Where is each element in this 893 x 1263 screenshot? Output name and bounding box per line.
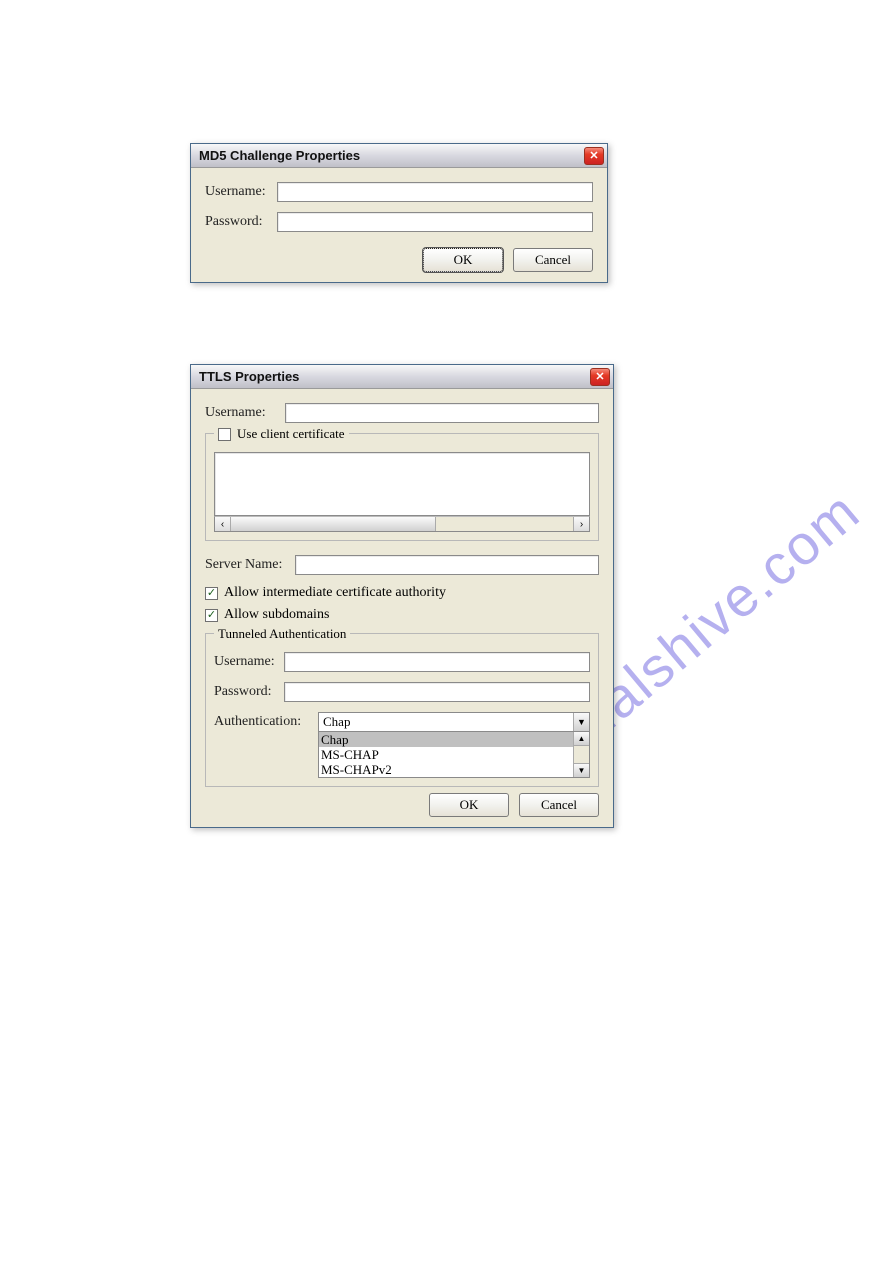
titlebar: TTLS Properties ✕ — [191, 365, 613, 389]
titlebar: MD5 Challenge Properties ✕ — [191, 144, 607, 168]
horizontal-scrollbar[interactable]: ‹ › — [214, 516, 590, 532]
ttls-properties-dialog: TTLS Properties ✕ Username: Use client c… — [190, 364, 614, 828]
tunneled-username-label: Username: — [214, 654, 284, 670]
scroll-up-icon[interactable]: ▲ — [574, 732, 589, 746]
server-name-input[interactable] — [295, 555, 599, 575]
dialog-body: Username: Password: OK Cancel — [191, 168, 607, 282]
tunneled-auth-legend: Tunneled Authentication — [214, 626, 350, 642]
tunneled-authentication-groupbox: Tunneled Authentication Username: Passwo… — [205, 633, 599, 787]
tunneled-password-input[interactable] — [284, 682, 590, 702]
dialog-body: Username: Use client certificate ‹ › Ser… — [191, 389, 613, 827]
chevron-down-icon[interactable]: ▼ — [573, 713, 589, 731]
allow-intermediate-checkbox[interactable]: ✓ — [205, 587, 218, 600]
authentication-selected-value: Chap — [319, 713, 573, 731]
allow-subdomains-checkbox[interactable]: ✓ — [205, 609, 218, 622]
dialog-title: MD5 Challenge Properties — [199, 148, 584, 163]
close-icon[interactable]: ✕ — [584, 147, 604, 165]
certificate-listbox[interactable] — [214, 452, 590, 516]
dropdown-vertical-scrollbar[interactable]: ▲ ▼ — [573, 732, 589, 777]
scroll-down-icon[interactable]: ▼ — [574, 763, 589, 777]
scroll-thumb[interactable] — [231, 517, 436, 531]
username-label: Username: — [205, 405, 285, 421]
authentication-dropdown-list[interactable]: Chap MS-CHAP MS-CHAPv2 ▲ ▼ — [318, 731, 590, 778]
allow-subdomains-label: Allow subdomains — [224, 607, 329, 623]
server-name-label: Server Name: — [205, 557, 295, 573]
tunneled-username-input[interactable] — [284, 652, 590, 672]
use-client-cert-label: Use client certificate — [237, 426, 345, 442]
username-label: Username: — [205, 184, 277, 200]
allow-intermediate-label: Allow intermediate certificate authority — [224, 585, 446, 601]
username-input[interactable] — [277, 182, 593, 202]
authentication-label: Authentication: — [214, 714, 318, 730]
md5-challenge-properties-dialog: MD5 Challenge Properties ✕ Username: Pas… — [190, 143, 608, 283]
username-input[interactable] — [285, 403, 599, 423]
scroll-right-icon[interactable]: › — [573, 517, 589, 531]
scroll-left-icon[interactable]: ‹ — [215, 517, 231, 531]
cancel-button[interactable]: Cancel — [513, 248, 593, 272]
authentication-dropdown[interactable]: Chap ▼ — [318, 712, 590, 732]
cancel-button[interactable]: Cancel — [519, 793, 599, 817]
auth-option-mschap[interactable]: MS-CHAP — [319, 747, 573, 762]
password-input[interactable] — [277, 212, 593, 232]
auth-option-chap[interactable]: Chap — [319, 732, 573, 747]
dialog-title: TTLS Properties — [199, 369, 590, 384]
close-icon[interactable]: ✕ — [590, 368, 610, 386]
use-client-cert-checkbox[interactable] — [218, 428, 231, 441]
client-certificate-groupbox: Use client certificate ‹ › — [205, 433, 599, 541]
scroll-track[interactable] — [231, 517, 573, 531]
auth-option-mschapv2[interactable]: MS-CHAPv2 — [319, 762, 573, 777]
ok-button[interactable]: OK — [429, 793, 509, 817]
ok-button[interactable]: OK — [423, 248, 503, 272]
password-label: Password: — [205, 214, 277, 230]
tunneled-password-label: Password: — [214, 684, 284, 700]
